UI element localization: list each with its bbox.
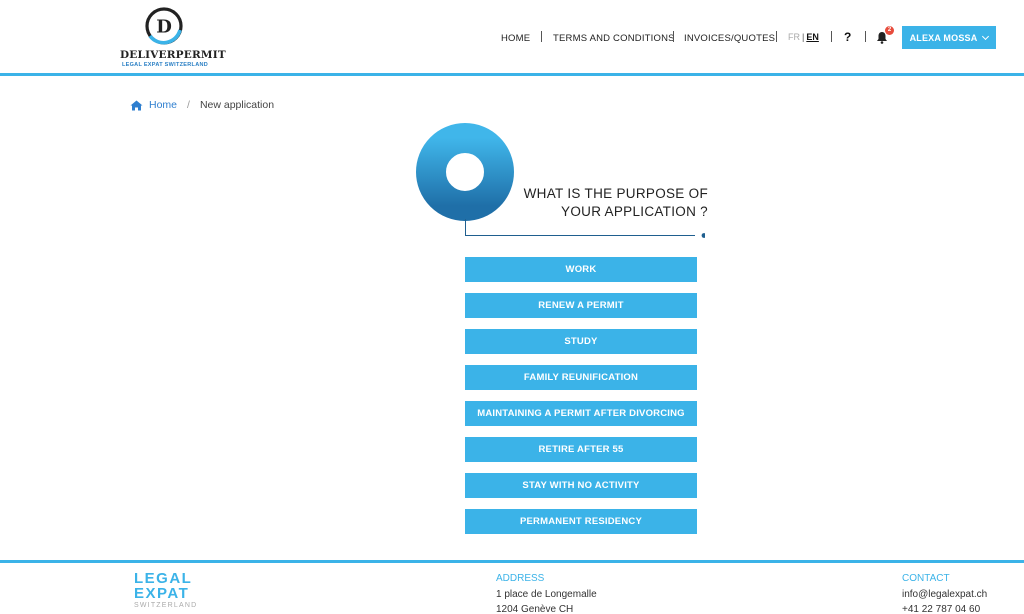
breadcrumb-home-link[interactable]: Home — [149, 99, 177, 111]
user-name: ALEXA MOSSA — [909, 32, 978, 43]
footer-divider — [0, 560, 1024, 563]
footer-contact: CONTACT info@legalexpat.ch +41 22 787 04… — [902, 571, 987, 614]
nav-divider — [865, 31, 866, 42]
option-study-button[interactable]: STUDY — [465, 329, 697, 354]
language-switcher: FR | EN — [788, 32, 819, 42]
option-renew-permit-button[interactable]: RENEW A PERMIT — [465, 293, 697, 318]
lang-separator: | — [802, 32, 805, 42]
footer-email-link[interactable]: info@legalexpat.ch — [902, 587, 987, 602]
home-icon[interactable] — [130, 100, 143, 111]
nav-divider — [541, 31, 542, 42]
breadcrumb-separator: / — [187, 99, 190, 111]
footer-contact-title: CONTACT — [902, 573, 950, 584]
nav-divider — [776, 31, 777, 42]
purpose-options: WORK RENEW A PERMIT STUDY FAMILY REUNIFI… — [465, 257, 697, 545]
option-family-reunification-button[interactable]: FAMILY REUNIFICATION — [465, 365, 697, 390]
chevron-down-icon — [982, 32, 990, 40]
nav-terms[interactable]: TERMS AND CONDITIONS — [553, 26, 675, 50]
page-title-line1: WHAT IS THE PURPOSE OF — [523, 186, 708, 201]
logo-mark-icon: D — [145, 7, 183, 45]
footer-logo-line3: SWITZERLAND — [134, 602, 198, 609]
title-underline — [465, 219, 705, 238]
footer-address: ADDRESS 1 place de Longemalle 1204 Genèv… — [496, 571, 597, 614]
lang-en-link[interactable]: EN — [806, 32, 819, 42]
nav-home-label: HOME — [501, 32, 531, 44]
footer-logo-line1: LEGAL — [134, 570, 193, 587]
option-maintain-permit-divorce-button[interactable]: MAINTAINING A PERMIT AFTER DIVORCING — [465, 401, 697, 426]
help-button[interactable]: ? — [844, 30, 851, 44]
nav-terms-label: TERMS AND CONDITIONS — [553, 32, 675, 44]
footer-address-title: ADDRESS — [496, 573, 545, 584]
notification-badge: 2 — [885, 26, 894, 35]
header-divider — [0, 73, 1024, 76]
site-header: D DELIVERPERMIT LEGAL EXPAT SWITZERLAND … — [0, 0, 1024, 73]
breadcrumb: Home / New application — [130, 98, 274, 112]
option-permanent-residency-button[interactable]: PERMANENT RESIDENCY — [465, 509, 697, 534]
page-title: WHAT IS THE PURPOSE OF YOUR APPLICATION … — [500, 185, 708, 221]
option-retire-after-55-button[interactable]: RETIRE AFTER 55 — [465, 437, 697, 462]
legal-expat-logo[interactable]: LEGAL EXPAT SWITZERLAND — [134, 570, 198, 609]
brand-tagline: LEGAL EXPAT SWITZERLAND — [121, 62, 209, 68]
footer-address-line2: 1204 Genève CH — [496, 604, 574, 614]
brand-name: DELIVERPERMIT — [120, 49, 226, 61]
user-menu-button[interactable]: ALEXA MOSSA — [902, 26, 996, 49]
deliverpermit-logo[interactable]: D DELIVERPERMIT LEGAL EXPAT SWITZERLAND — [120, 4, 226, 70]
nav-home[interactable]: HOME — [501, 26, 530, 50]
footer-phone: +41 22 787 04 60 — [902, 604, 981, 614]
nav-divider — [831, 31, 832, 42]
nav-divider — [673, 31, 674, 42]
lang-fr-link[interactable]: FR — [788, 32, 800, 42]
option-work-button[interactable]: WORK — [465, 257, 697, 282]
logo-letter: D — [156, 17, 172, 38]
footer-logo-line2: EXPAT — [134, 585, 190, 602]
option-stay-no-activity-button[interactable]: STAY WITH NO ACTIVITY — [465, 473, 697, 498]
breadcrumb-current: New application — [199, 99, 275, 111]
nav-invoices-label: INVOICES/QUOTES — [684, 32, 776, 44]
nav-invoices[interactable]: INVOICES/QUOTES — [684, 26, 775, 50]
footer-address-line1: 1 place de Longemalle — [496, 589, 597, 600]
